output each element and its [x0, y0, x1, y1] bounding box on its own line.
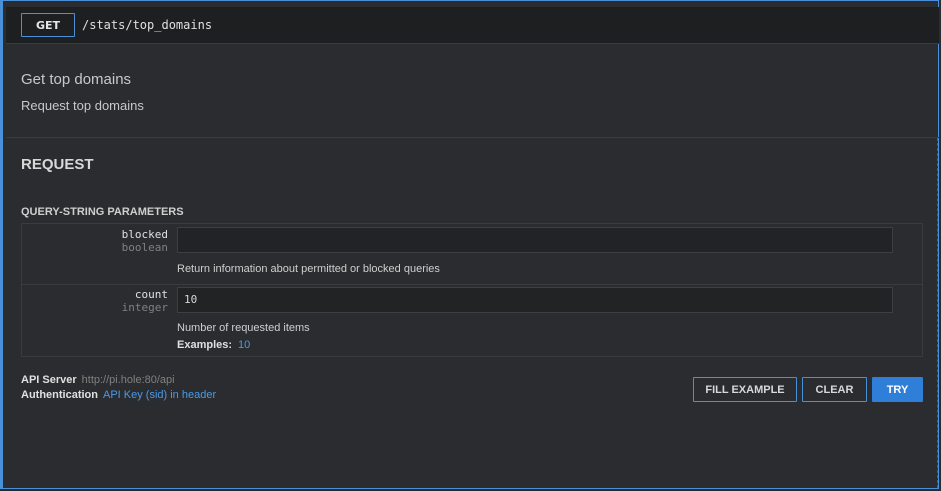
dashed-divider [937, 138, 938, 488]
examples-label: Examples: [177, 339, 233, 351]
api-server-url: http://pi.hole:80/api [81, 374, 175, 386]
http-method-badge: GET [21, 13, 75, 37]
authentication-link[interactable]: API Key (sid) in header [103, 389, 216, 401]
param-name: blocked [121, 228, 168, 241]
section-divider [6, 137, 939, 138]
api-server-label: API Server [21, 374, 77, 386]
param-examples: Examples: 10 [177, 339, 250, 351]
operation-description: Request top domains [21, 98, 144, 113]
param-type: integer [121, 301, 168, 314]
endpoint-path: /stats/top_domains [82, 18, 213, 32]
try-button[interactable]: TRY [872, 377, 923, 402]
param-row-count: count integer 10 Number of requested ite… [22, 284, 922, 356]
request-section-title: REQUEST [21, 156, 94, 173]
param-description: Number of requested items [177, 322, 310, 334]
param-row-blocked: blocked boolean Return information about… [22, 224, 922, 285]
authentication-label: Authentication [21, 389, 98, 401]
query-params-title: QUERY-STRING PARAMETERS [21, 206, 184, 218]
api-server-info: API Server http://pi.hole:80/api [21, 374, 175, 386]
operation-summary: Get top domains [21, 71, 132, 88]
example-value-link[interactable]: 10 [238, 339, 250, 351]
param-type: boolean [121, 241, 168, 254]
params-table: blocked boolean Return information about… [21, 223, 923, 357]
blocked-input[interactable] [177, 227, 893, 253]
param-description: Return information about permitted or bl… [177, 263, 440, 275]
clear-button[interactable]: CLEAR [802, 377, 867, 402]
count-input[interactable]: 10 [177, 287, 893, 313]
operation-header[interactable]: GET /stats/top_domains [6, 7, 939, 44]
fill-example-button[interactable]: FILL EXAMPLE [693, 377, 797, 402]
param-name: count [134, 288, 168, 301]
authentication-info: Authentication API Key (sid) in header [21, 389, 216, 401]
